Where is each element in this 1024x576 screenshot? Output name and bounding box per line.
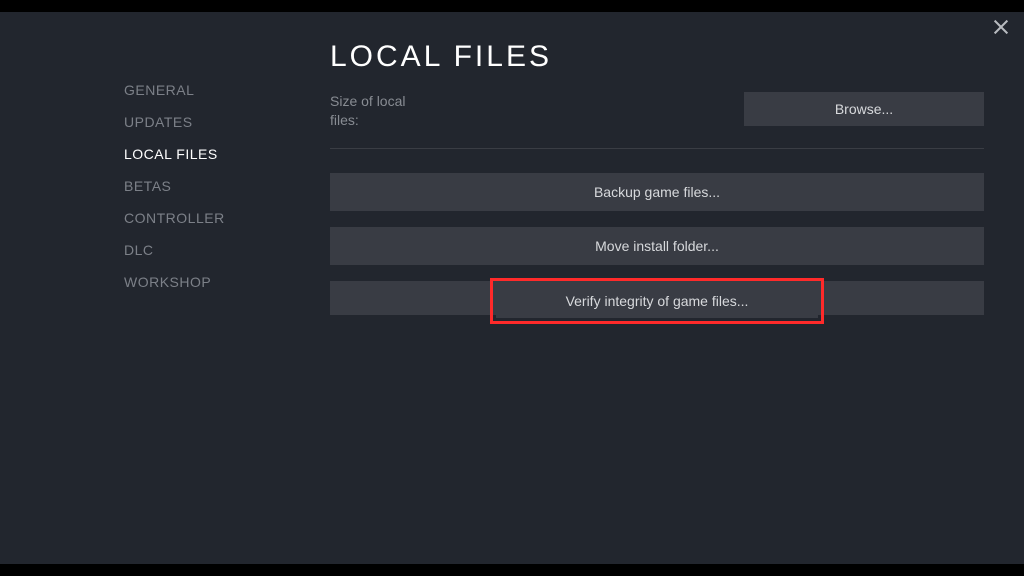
sidebar-item-workshop[interactable]: WORKSHOP: [124, 266, 300, 298]
sidebar-item-dlc[interactable]: DLC: [124, 234, 300, 266]
sidebar-item-controller[interactable]: CONTROLLER: [124, 202, 300, 234]
size-of-local-files-label: Size of local files:: [330, 92, 430, 130]
close-icon[interactable]: [992, 18, 1010, 36]
properties-dialog: GENERAL UPDATES LOCAL FILES BETAS CONTRO…: [0, 12, 1024, 564]
move-install-folder-button[interactable]: Move install folder...: [330, 227, 984, 265]
sidebar-item-updates[interactable]: UPDATES: [124, 106, 300, 138]
size-row: Size of local files: Browse...: [330, 92, 984, 130]
main-panel: LOCAL FILES Size of local files: Browse.…: [300, 12, 1024, 564]
verify-row: Verify integrity of game files...: [330, 278, 984, 324]
sidebar-item-local-files[interactable]: LOCAL FILES: [124, 138, 300, 170]
browse-button[interactable]: Browse...: [744, 92, 984, 126]
verify-integrity-button[interactable]: Verify integrity of game files...: [496, 284, 818, 318]
size-of-local-files-value: [450, 92, 724, 122]
letterbox-bottom: [0, 564, 1024, 576]
sidebar-item-general[interactable]: GENERAL: [124, 74, 300, 106]
annotation-highlight: Verify integrity of game files...: [490, 278, 824, 324]
letterbox-top: [0, 0, 1024, 12]
sidebar-item-betas[interactable]: BETAS: [124, 170, 300, 202]
divider: [330, 148, 984, 149]
backup-game-files-button[interactable]: Backup game files...: [330, 173, 984, 211]
page-title: LOCAL FILES: [330, 40, 984, 74]
sidebar: GENERAL UPDATES LOCAL FILES BETAS CONTRO…: [0, 12, 300, 564]
